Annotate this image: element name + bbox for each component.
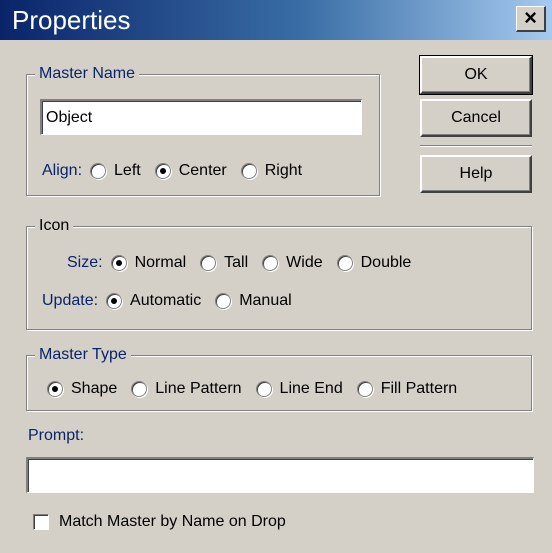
master-name-input[interactable] <box>40 99 362 135</box>
size-normal-option[interactable]: Normal <box>110 254 187 272</box>
align-label: Align: <box>42 162 83 179</box>
size-wide-label: Wide <box>286 254 323 271</box>
master-name-legend: Master Name <box>35 63 140 85</box>
update-automatic-label: Automatic <box>130 292 202 309</box>
type-shape-label: Shape <box>71 380 118 397</box>
size-tall-radio[interactable] <box>200 255 217 271</box>
align-center-option[interactable]: Center <box>154 162 227 180</box>
type-fill-pattern-option[interactable]: Fill Pattern <box>356 380 458 398</box>
type-line-end-radio[interactable] <box>255 381 272 397</box>
icon-group: Icon <box>26 215 532 330</box>
size-wide-option[interactable]: Wide <box>262 254 323 272</box>
match-master-label: Match Master by Name on Drop <box>59 513 286 530</box>
type-fill-pattern-radio[interactable] <box>356 381 373 397</box>
size-normal-label: Normal <box>134 254 187 271</box>
master-type-legend: Master Type <box>35 344 131 366</box>
type-line-pattern-radio[interactable] <box>131 381 148 397</box>
type-line-end-label: Line End <box>279 380 343 397</box>
prompt-input[interactable] <box>26 457 534 493</box>
size-label: Size: <box>67 254 103 271</box>
align-right-radio[interactable] <box>240 163 257 179</box>
master-type-radio-group: Shape Line Pattern Line End Fill Pattern <box>47 380 457 398</box>
align-radio-group: Align: Left Center Right <box>42 162 302 180</box>
align-left-option[interactable]: Left <box>90 162 141 180</box>
update-automatic-radio[interactable] <box>106 293 123 309</box>
align-left-label: Left <box>114 162 141 179</box>
update-label: Update: <box>42 292 99 309</box>
type-shape-radio[interactable] <box>47 381 63 397</box>
update-automatic-option[interactable]: Automatic <box>106 292 201 310</box>
update-radio-group: Update: Automatic Manual <box>42 292 292 310</box>
update-manual-radio[interactable] <box>215 293 232 309</box>
type-line-end-option[interactable]: Line End <box>255 380 343 398</box>
align-right-option[interactable]: Right <box>240 162 303 180</box>
ok-button[interactable]: OK <box>419 55 533 95</box>
size-tall-option[interactable]: Tall <box>200 254 248 272</box>
update-manual-label: Manual <box>239 292 292 309</box>
help-button[interactable]: Help <box>420 155 532 193</box>
close-button[interactable]: × <box>516 6 546 32</box>
type-shape-option[interactable]: Shape <box>47 380 117 398</box>
update-manual-option[interactable]: Manual <box>215 292 292 310</box>
cancel-button[interactable]: Cancel <box>420 99 532 137</box>
title-bar[interactable]: Properties × <box>0 0 552 40</box>
size-radio-group: Size: Normal Tall Wide Double <box>67 254 411 272</box>
size-double-option[interactable]: Double <box>336 254 412 272</box>
properties-dialog: Properties × Master Name Align: Left Cen… <box>0 0 552 553</box>
align-center-radio[interactable] <box>154 163 171 179</box>
size-tall-label: Tall <box>224 254 249 271</box>
type-line-pattern-option[interactable]: Line Pattern <box>131 380 242 398</box>
size-wide-radio[interactable] <box>262 255 279 271</box>
size-normal-radio[interactable] <box>110 255 127 271</box>
align-center-label: Center <box>178 162 227 179</box>
align-left-radio[interactable] <box>90 163 107 179</box>
type-line-pattern-label: Line Pattern <box>155 380 242 397</box>
prompt-label: Prompt: <box>28 427 85 444</box>
window-title: Properties <box>12 5 131 35</box>
button-separator <box>420 145 532 147</box>
type-fill-pattern-label: Fill Pattern <box>380 380 458 397</box>
match-master-checkbox[interactable] <box>33 514 49 530</box>
align-right-label: Right <box>264 162 303 179</box>
size-double-label: Double <box>360 254 412 271</box>
match-master-option[interactable]: Match Master by Name on Drop <box>33 513 286 531</box>
prompt-label-row: Prompt: <box>28 427 92 445</box>
close-icon: × <box>524 5 537 30</box>
icon-legend: Icon <box>35 215 74 237</box>
size-double-radio[interactable] <box>336 255 353 271</box>
